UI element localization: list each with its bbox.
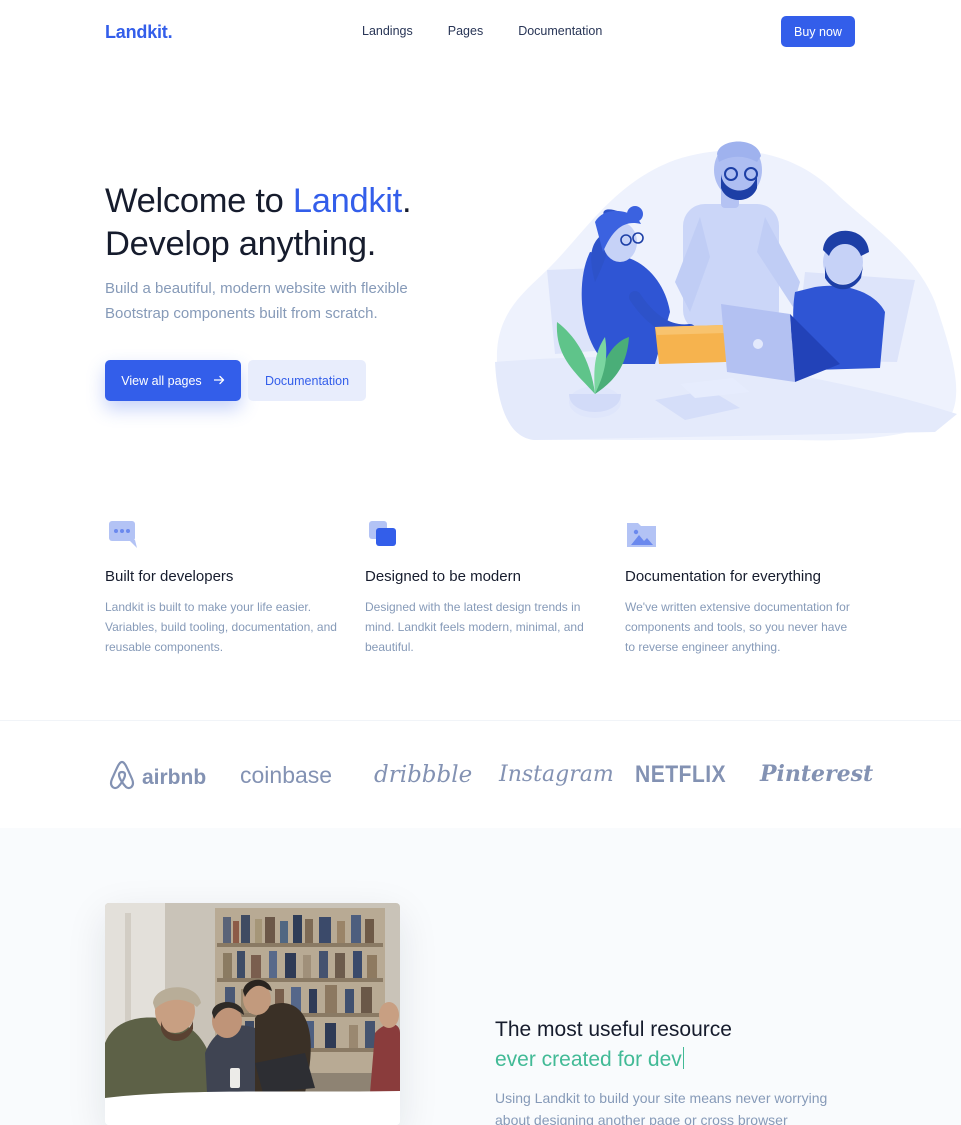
brand-coinbase-text: coinbase xyxy=(240,762,333,788)
feature-developers: Built for developers Landkit is built to… xyxy=(105,518,340,657)
feature-text: Landkit is built to make your life easie… xyxy=(105,600,337,654)
resource-description: Using Landkit to build your site means n… xyxy=(495,1090,828,1125)
chat-icon xyxy=(105,518,137,550)
section-divider xyxy=(0,720,961,721)
layers-icon xyxy=(365,518,397,550)
arrow-right-icon xyxy=(213,374,225,388)
resource-title: The most useful resource xyxy=(495,1018,732,1041)
brand-pinterest-text: Pinterest xyxy=(760,761,874,787)
brand-coinbase: coinbase xyxy=(240,762,332,789)
image-icon xyxy=(625,518,657,550)
hero-illustration xyxy=(495,141,957,441)
brand-instagram-text: Instagram xyxy=(499,762,614,787)
hero-title: Welcome to Landkit. Develop anything. xyxy=(105,180,412,266)
nav-link-documentation[interactable]: Documentation xyxy=(518,24,602,38)
feature-modern: Designed to be modern Designed with the … xyxy=(365,518,600,657)
buy-now-button[interactable]: Buy now xyxy=(781,16,855,47)
resource-typed-value: ever created for dev xyxy=(495,1048,682,1071)
brand-airbnb-text: airbnb xyxy=(142,766,207,789)
hero-title-accent: Landkit xyxy=(292,182,402,220)
hero-subtitle: Build a beautiful, modern website with f… xyxy=(105,280,408,322)
team-photo xyxy=(105,903,400,1125)
brand-airbnb: airbnb xyxy=(108,760,206,796)
documentation-button[interactable]: Documentation xyxy=(248,360,366,401)
nav-link-landings[interactable]: Landings xyxy=(362,24,413,38)
typing-caret xyxy=(682,1047,684,1069)
navbar: Landkit. Landings Pages Documentation Bu… xyxy=(0,0,961,64)
nav-link-pages[interactable]: Pages xyxy=(448,24,483,38)
resource-typed-text: ever created for dev xyxy=(495,1045,684,1075)
feature-title: Built for developers xyxy=(105,568,234,585)
brand-netflix: NETFLIX xyxy=(635,761,726,789)
brand-pinterest: Pinterest xyxy=(760,761,873,787)
hero-title-suffix: . xyxy=(401,182,412,220)
nav-links: Landings Pages Documentation xyxy=(362,24,637,38)
feature-text: Designed with the latest design trends i… xyxy=(365,600,584,654)
brand-dribbble: dribbble xyxy=(374,762,472,788)
feature-title: Designed to be modern xyxy=(365,568,521,585)
brand-instagram: Instagram xyxy=(499,762,614,787)
feature-title: Documentation for everything xyxy=(625,568,821,585)
brand-netflix-text: NETFLIX xyxy=(635,761,727,788)
feature-text: We've written extensive documentation fo… xyxy=(625,600,850,654)
view-all-pages-label: View all pages xyxy=(121,373,202,388)
hero-title-line2: Develop anything. xyxy=(105,225,377,263)
photo-card xyxy=(105,903,400,1125)
airbnb-icon xyxy=(108,760,136,796)
hero-title-prefix: Welcome to xyxy=(105,182,293,220)
feature-documentation: Documentation for everything We've writt… xyxy=(625,518,860,657)
view-all-pages-button[interactable]: View all pages xyxy=(105,360,241,401)
brand-dribbble-text: dribbble xyxy=(374,762,473,788)
brand-logo[interactable]: Landkit. xyxy=(105,22,173,43)
